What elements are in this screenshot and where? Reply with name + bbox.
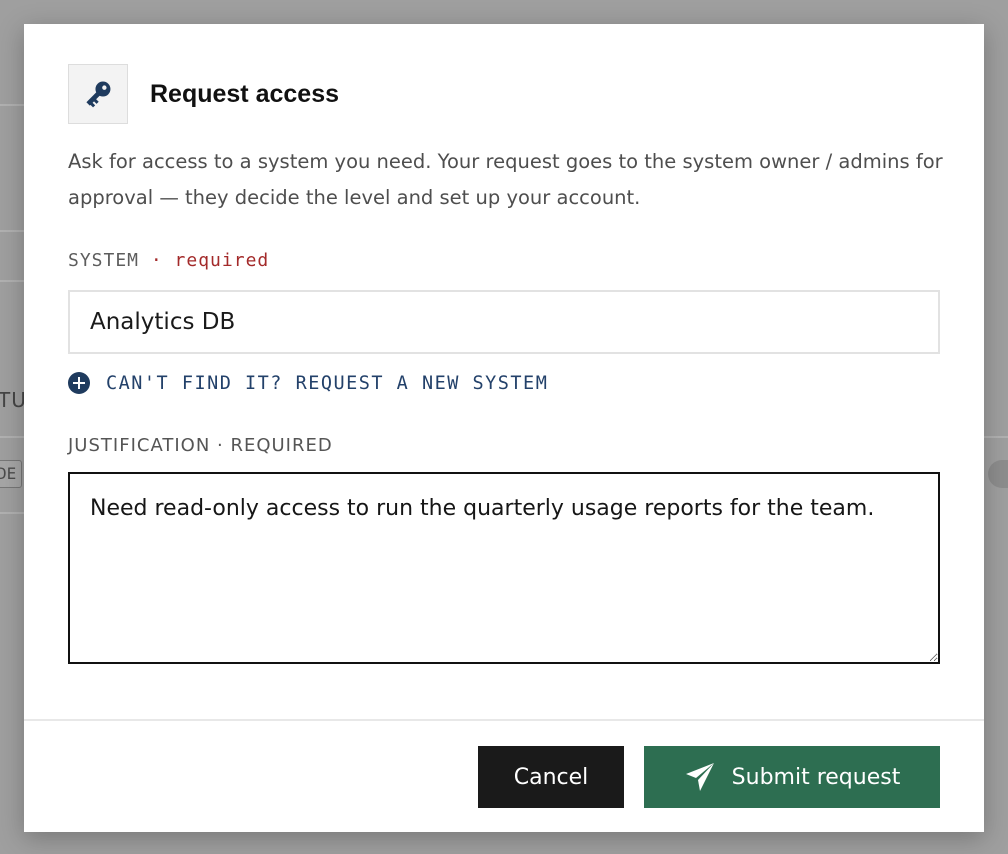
bg-pill [988,460,1008,488]
system-input[interactable] [68,290,940,354]
required-indicator: · required [150,250,270,271]
bg-divider [984,436,1008,438]
request-access-dialog: Request access Ask for access to a syste… [24,24,984,832]
system-label-text: SYSTEM [68,250,140,271]
dialog-description: Ask for access to a system you need. You… [68,150,943,209]
bg-divider [0,230,24,232]
submit-button-label: Submit request [731,764,901,790]
bg-column-header: TU [0,388,27,412]
submit-request-button[interactable]: Submit request [644,746,940,808]
send-icon [684,762,716,792]
plus-circle-icon [68,372,90,394]
justification-label: JUSTIFICATION · REQUIRED [68,435,333,456]
request-new-system-link[interactable]: CAN'T FIND IT? REQUEST A NEW SYSTEM [68,372,548,394]
bg-divider [0,104,24,106]
justification-textarea[interactable]: Need read-only access to run the quarter… [68,472,940,664]
bg-divider [0,512,24,514]
system-label: SYSTEM · required [68,250,269,271]
request-new-system-label: CAN'T FIND IT? REQUEST A NEW SYSTEM [106,372,549,394]
bg-badge: DE [0,460,22,488]
key-icon [68,64,128,124]
cancel-button-label: Cancel [513,764,589,790]
bg-divider [0,436,24,438]
cancel-button[interactable]: Cancel [478,746,624,808]
dialog-header: Request access [68,64,339,124]
bg-divider [0,280,24,282]
footer-divider [24,719,984,721]
dialog-title: Request access [150,79,340,108]
